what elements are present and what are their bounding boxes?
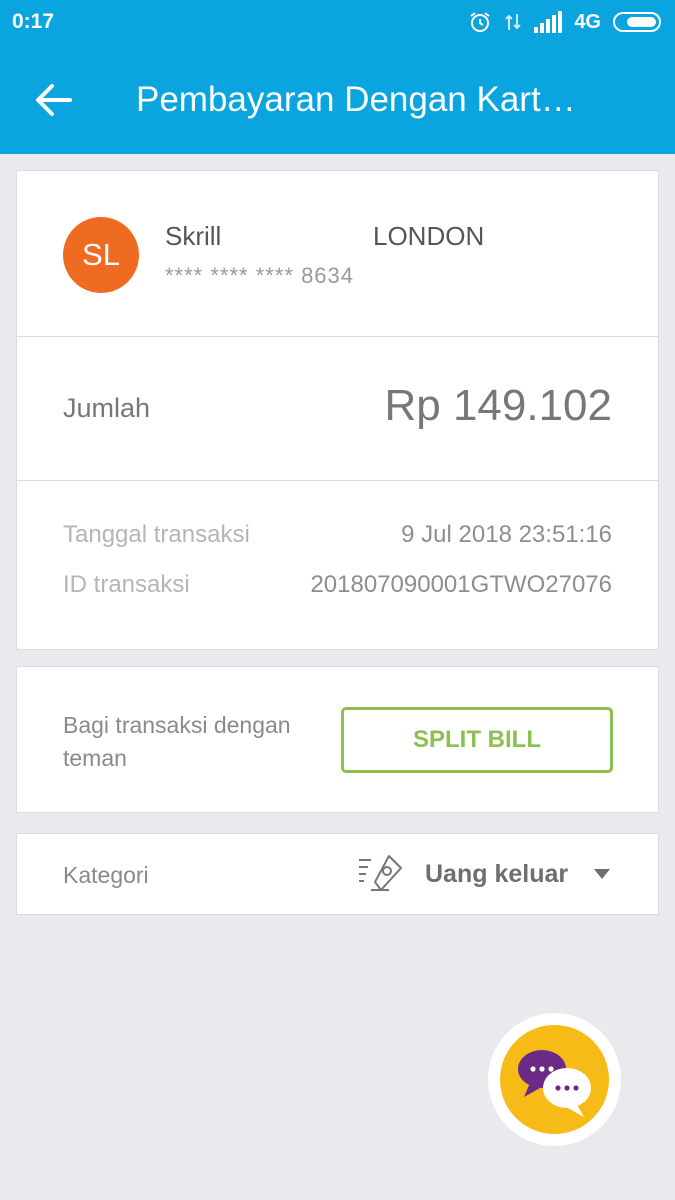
card-number: **** **** **** 8634: [165, 263, 355, 288]
category-dropdown[interactable]: Uang keluar: [357, 848, 619, 902]
chat-button[interactable]: [488, 1013, 621, 1146]
data-transfer-icon: [505, 14, 522, 30]
split-bill-button[interactable]: SPLIT BILL: [341, 707, 613, 773]
amount-label: Jumlah: [63, 393, 151, 423]
merchant-avatar: SL: [63, 217, 139, 293]
transaction-date-value: 9 Jul 2018 23:51:16: [401, 521, 612, 548]
page-title: Pembayaran Dengan Kart…: [136, 80, 576, 119]
status-icons: 4G: [468, 8, 663, 36]
merchant-city: LONDON: [373, 221, 485, 251]
back-button[interactable]: [34, 82, 74, 118]
top-bar: 0:17 4G Pembayaran Dengan Kart…: [0, 0, 675, 154]
status-bar: 0:17 4G: [0, 0, 675, 44]
amount-section: Jumlah Rp 149.102: [17, 337, 658, 481]
category-label: Kategori: [63, 862, 149, 888]
chat-bubbles-icon: [518, 1050, 591, 1117]
arrow-left-icon: [36, 84, 72, 116]
transaction-id-value: 201807090001GTWO27076: [310, 571, 612, 598]
merchant-name: Skrill: [165, 221, 222, 251]
transaction-date-label: Tanggal transaksi: [63, 521, 250, 548]
money-out-icon: [359, 855, 402, 891]
amount-value: Rp 149.102: [384, 381, 612, 430]
network-type: 4G: [574, 10, 601, 33]
details-section: Tanggal transaksi 9 Jul 2018 23:51:16 ID…: [17, 481, 658, 651]
signal-icon: [534, 11, 563, 33]
transaction-card: SL Skrill LONDON **** **** **** 8634 Jum…: [16, 170, 659, 650]
battery-icon: [613, 12, 661, 32]
transaction-id-label: ID transaksi: [63, 571, 190, 598]
alarm-icon: [470, 12, 490, 32]
merchant-section: SL Skrill LONDON **** **** **** 8634: [17, 171, 658, 337]
category-card: Kategori Uang keluar: [16, 833, 659, 915]
chevron-down-icon: [594, 869, 610, 879]
category-value: Uang keluar: [425, 860, 569, 888]
split-bill-description: Bagi transaksi dengan teman: [63, 712, 291, 771]
status-time: 0:17: [12, 10, 55, 33]
chat-button-background: [500, 1025, 609, 1134]
split-bill-card: Bagi transaksi dengan teman SPLIT BILL: [16, 666, 659, 813]
